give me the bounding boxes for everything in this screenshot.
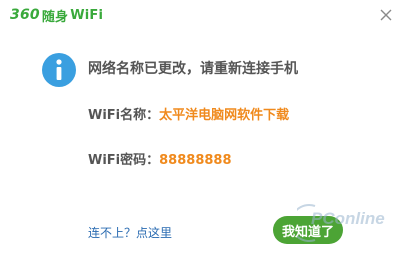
brand-chinese: 随身 xyxy=(41,9,69,25)
close-button[interactable] xyxy=(375,4,397,26)
watermark-text: PConline xyxy=(311,209,385,228)
info-icon xyxy=(42,53,76,87)
brand-suffix: WiFi xyxy=(70,7,104,23)
brand-number: 360 xyxy=(10,7,40,23)
cant-connect-link[interactable]: 连不上？点这里 xyxy=(88,224,172,241)
close-icon xyxy=(380,9,392,21)
wifi-password-value: 88888888 xyxy=(159,153,232,168)
title-bar: 360 随身 WiFi xyxy=(0,0,417,34)
wifi-name-row: WiFi名称：太平洋电脑网软件下载 xyxy=(88,104,289,123)
pconline-watermark: PConline xyxy=(297,204,385,242)
app-logo: 360 随身 WiFi xyxy=(10,5,103,25)
wifi-password-label: WiFi密码： xyxy=(88,153,160,168)
status-message: 网络名称已更改，请重新连接手机 xyxy=(88,61,298,77)
wifi-name-value: 太平洋电脑网软件下载 xyxy=(159,108,290,123)
wifi-password-row: WiFi密码：88888888 xyxy=(88,149,232,168)
wifi-name-label: WiFi名称： xyxy=(88,108,160,123)
